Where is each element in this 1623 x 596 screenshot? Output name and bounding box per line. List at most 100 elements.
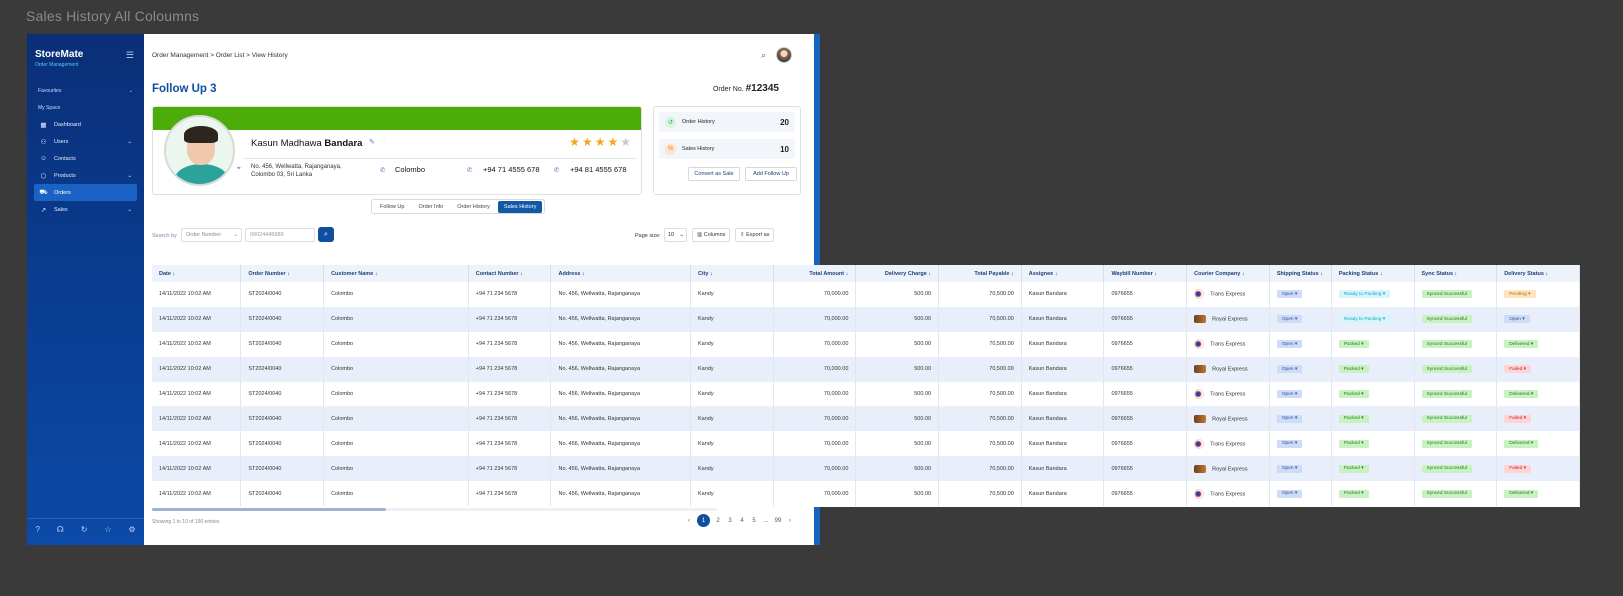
table-cell-packing[interactable]: Packed ▾ (1331, 431, 1415, 457)
status-badge[interactable]: Packed ▾ (1338, 340, 1369, 349)
sort-arrow-icon[interactable]: ↓ (708, 271, 713, 277)
page-button[interactable]: 2 (714, 518, 722, 524)
tab-order-info[interactable]: Order Info (412, 201, 449, 213)
sort-arrow-icon[interactable]: ↓ (927, 271, 931, 277)
column-header[interactable]: Total Payable ↓ (938, 265, 1022, 282)
sidebar-section-favourites[interactable]: Favourites ⌄ (34, 82, 137, 99)
status-badge[interactable]: Open ▾ (1276, 414, 1303, 423)
info-icon[interactable]: ◌ (382, 138, 386, 145)
status-badge[interactable]: Synced Successful (1421, 340, 1473, 349)
status-badge[interactable]: Synced Successful (1421, 414, 1473, 423)
table-row[interactable]: 14/11/2022 10:02 AM ST2024/0040 Colombo +94… (152, 331, 1580, 357)
status-badge[interactable]: Open ▾ (1276, 340, 1303, 349)
sidebar-item-orders[interactable]: ⛟ Orders (34, 184, 137, 201)
search-icon[interactable]: ⌕ (761, 50, 766, 61)
table-row[interactable]: 14/11/2022 10:02 AM ST2024/0040 Colombo +94… (152, 356, 1580, 382)
search-button[interactable]: ⌕ (318, 227, 334, 242)
status-badge[interactable]: Synced Successful (1421, 439, 1473, 448)
tab-follow-up[interactable]: Follow Up (374, 201, 410, 213)
status-badge[interactable]: Open ▾ (1276, 365, 1303, 374)
table-cell-sync[interactable]: Synced Successful (1414, 431, 1498, 457)
column-header[interactable]: Customer Name ↓ (323, 265, 469, 282)
sort-arrow-icon[interactable]: ↓ (1544, 271, 1548, 277)
page-button[interactable]: 1 (697, 514, 710, 527)
table-cell-shipping[interactable]: Open ▾ (1269, 481, 1332, 507)
chevron-left-icon[interactable]: ‹ (685, 518, 693, 524)
refresh-icon[interactable]: ↻ (81, 525, 88, 534)
status-badge[interactable]: Packed ▾ (1338, 439, 1369, 448)
table-cell-delivery-status[interactable]: Failed ▾ (1496, 356, 1580, 382)
status-badge[interactable]: Synced Successful (1421, 489, 1473, 498)
status-badge[interactable]: Open ▾ (1276, 390, 1303, 398)
star-icon[interactable]: ☆ (104, 525, 111, 534)
status-badge[interactable]: Packed ▾ (1338, 464, 1369, 473)
table-row[interactable]: 14/11/2022 10:02 AM ST2024/0040 Colombo +94… (152, 282, 1580, 307)
table-row[interactable]: 14/11/2022 10:02 AM ST2024/0040 Colombo +94… (152, 306, 1580, 332)
table-cell-shipping[interactable]: Open ▾ (1269, 306, 1332, 332)
add-follow-up-button[interactable]: Add Follow Up (745, 167, 797, 181)
order-history-row[interactable]: ↺ Order History 20 (659, 112, 795, 132)
table-cell-sync[interactable]: Synced Successful (1414, 356, 1498, 382)
table-cell-sync[interactable]: Synced Successful (1414, 456, 1498, 482)
scrollbar-thumb[interactable] (152, 508, 386, 511)
headset-icon[interactable]: ☊ (57, 525, 64, 534)
status-badge[interactable]: Open ▾ (1504, 315, 1530, 324)
column-header[interactable]: Address ↓ (550, 265, 691, 282)
table-cell-packing[interactable]: Packed ▾ (1331, 331, 1415, 357)
status-badge[interactable]: Packed ▾ (1338, 414, 1369, 423)
status-badge[interactable]: Delivered ▾ (1504, 390, 1539, 398)
table-row[interactable]: 14/11/2022 10:02 AM ST2024/0040 Colombo +94… (152, 431, 1580, 457)
sales-history-row[interactable]: % Sales History 10 (659, 139, 795, 159)
page-button[interactable]: 3 (726, 518, 734, 524)
table-row[interactable]: 14/11/2022 10:02 AM ST2024/0040 Colombo +94… (152, 381, 1580, 407)
page-size-select[interactable]: 10 ⌄ (664, 228, 687, 242)
sort-arrow-icon[interactable]: ↓ (580, 271, 585, 277)
column-header[interactable]: Contact Number ↓ (468, 265, 552, 282)
page-button[interactable]: 99 (774, 518, 782, 524)
table-cell-delivery-status[interactable]: Failed ▾ (1496, 456, 1580, 482)
sort-arrow-icon[interactable]: ↓ (286, 271, 290, 277)
status-badge[interactable]: Failed ▾ (1504, 414, 1532, 423)
sort-arrow-icon[interactable]: ↓ (1009, 271, 1014, 277)
columns-button[interactable]: ▥ Columns (692, 228, 731, 242)
column-header[interactable]: Courier Company ↓ (1186, 265, 1270, 282)
sort-arrow-icon[interactable]: ↓ (1378, 271, 1383, 277)
table-cell-delivery-status[interactable]: Delivered ▾ (1496, 481, 1580, 507)
column-header[interactable]: Shipping Status ↓ (1269, 265, 1332, 282)
sort-arrow-icon[interactable]: ↓ (844, 271, 849, 277)
table-cell-sync[interactable]: Synced Successful (1414, 406, 1498, 432)
tab-order-history[interactable]: Order History (451, 201, 496, 213)
column-header[interactable]: Assignee ↓ (1021, 265, 1105, 282)
status-badge[interactable]: Delivered ▾ (1504, 489, 1539, 498)
table-cell-packing[interactable]: Packed ▾ (1331, 356, 1415, 382)
table-cell-sync[interactable]: Synced Successful (1414, 381, 1498, 407)
sort-arrow-icon[interactable]: ↓ (171, 271, 175, 277)
tab-sales-history[interactable]: Sales History (497, 200, 543, 213)
status-badge[interactable]: Ready to Packing ▾ (1338, 315, 1391, 324)
table-cell-packing[interactable]: Packed ▾ (1331, 381, 1415, 407)
status-badge[interactable]: Packed ▾ (1338, 390, 1369, 398)
table-cell-sync[interactable]: Synced Successful (1414, 306, 1498, 332)
table-row[interactable]: 14/11/2022 10:02 AM ST2024/0040 Colombo +94… (152, 406, 1580, 432)
column-header[interactable]: Delivery Status ↓ (1496, 265, 1580, 282)
table-cell-packing[interactable]: Packed ▾ (1331, 406, 1415, 432)
sidebar-item-products[interactable]: ⬡ Products ⌄ (34, 167, 137, 184)
sidebar-item-sales[interactable]: ↗ Sales ⌄ (34, 201, 137, 218)
status-badge[interactable]: Synced Successful (1421, 315, 1473, 324)
table-cell-delivery-status[interactable]: Open ▾ (1496, 306, 1580, 332)
sort-arrow-icon[interactable]: ↓ (1319, 271, 1323, 277)
help-icon[interactable]: ? (35, 525, 39, 534)
status-badge[interactable]: Synced Successful (1421, 390, 1473, 398)
table-row[interactable]: 14/11/2022 10:02 AM ST2024/0040 Colombo +94… (152, 481, 1580, 507)
column-header[interactable]: Order Number ↓ (240, 265, 325, 282)
gear-icon[interactable]: ⚙ (128, 525, 135, 534)
sort-arrow-icon[interactable]: ↓ (1240, 271, 1245, 277)
table-cell-delivery-status[interactable]: Pending ▾ (1496, 282, 1580, 307)
sidebar-item-users[interactable]: ⚇ Users ⌄ (34, 133, 137, 150)
table-cell-delivery-status[interactable]: Delivered ▾ (1496, 431, 1580, 457)
sort-arrow-icon[interactable]: ↓ (1153, 271, 1157, 277)
table-cell-packing[interactable]: Packed ▾ (1331, 481, 1415, 507)
status-badge[interactable]: Delivered ▾ (1504, 340, 1539, 349)
table-cell-delivery-status[interactable]: Failed ▾ (1496, 406, 1580, 432)
column-header[interactable]: Delivery Charge ↓ (855, 265, 940, 282)
